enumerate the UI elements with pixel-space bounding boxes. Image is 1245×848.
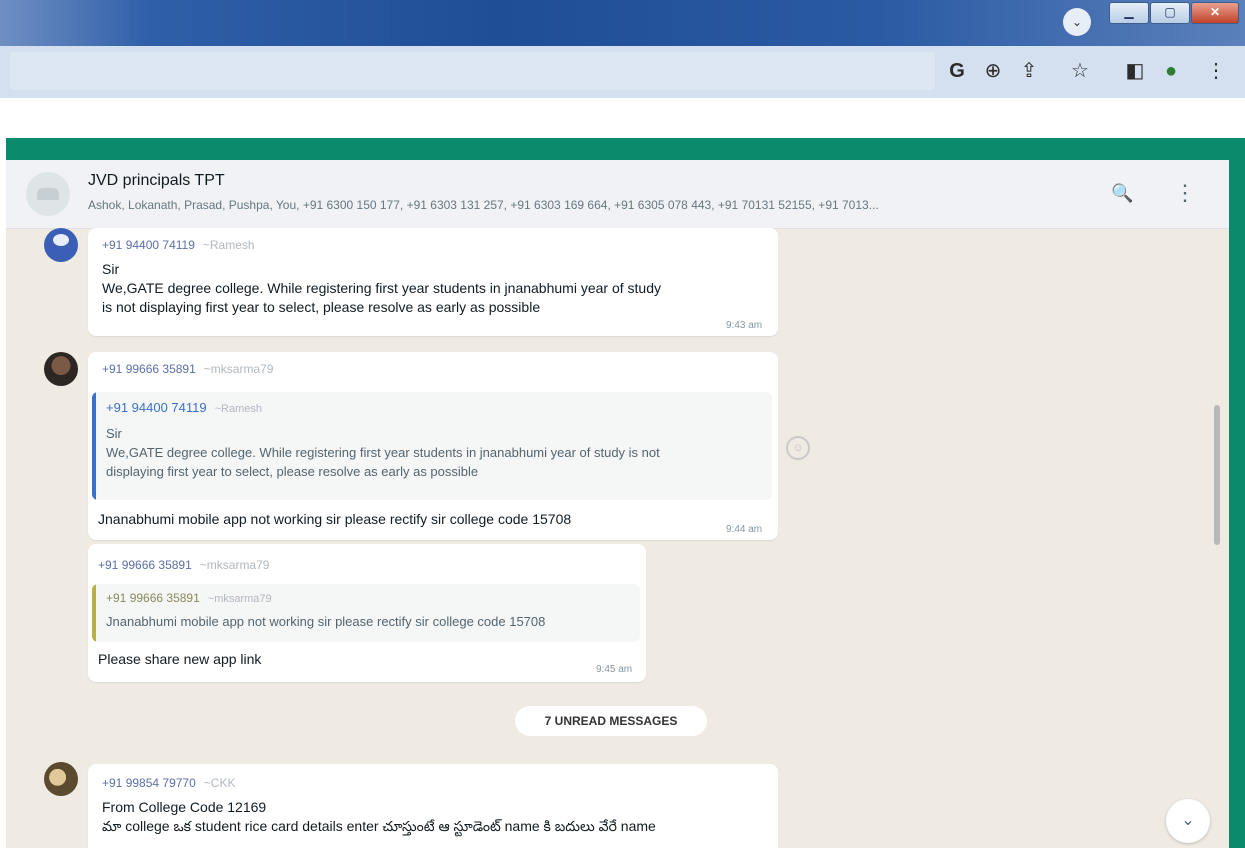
message-sender[interactable]: +91 99854 79770 ~CKK [102,776,235,790]
quoted-alias: ~mksarma79 [207,593,272,605]
message-bubble[interactable]: +91 99666 35891 ~mksarma79 +91 94400 7411… [88,352,778,540]
sender-phone[interactable]: +91 99666 35891 [98,558,192,572]
message-line: We,GATE degree college. While registerin… [102,280,661,296]
scroll-down-button[interactable]: ⌄ [1166,799,1210,843]
sender-avatar[interactable] [44,228,78,262]
google-icon[interactable]: G [944,58,970,84]
message-sender[interactable]: +91 99666 35891 ~mksarma79 [98,558,269,572]
maximize-button[interactable]: ▢ [1150,2,1190,24]
quoted-phone: +91 99666 35891 [106,591,200,605]
share-icon[interactable]: ⇪ [1016,58,1042,84]
message-text: From College Code 12169 మా college ఒక st… [102,798,656,836]
message-time: 9:44 am [726,524,763,535]
page-top-gap [0,98,1245,138]
quote-bar [92,392,96,500]
tab-search-button[interactable]: ⌄ [1063,8,1091,36]
message-sender[interactable]: +91 99666 35891 ~mksarma79 [102,362,273,376]
message-text: Sir We,GATE degree college. While regist… [102,260,661,317]
close-button[interactable]: ✕ [1191,2,1239,24]
sidepanel-icon[interactable]: ◧ [1122,58,1148,84]
star-icon[interactable]: ☆ [1067,58,1093,84]
message-time: 9:45 am [596,664,633,675]
message-bubble[interactable]: +91 94400 74119 ~Ramesh Sir We,GATE degre… [88,228,778,336]
quoted-text: Sir We,GATE degree college. While regist… [106,424,660,481]
quoted-text: Jnanabhumi mobile app not working sir pl… [106,612,545,631]
react-icon[interactable]: ☺ [786,436,810,460]
minimize-button[interactable]: ▁ [1109,2,1149,24]
sender-alias: ~CKK [203,776,236,790]
message-bubble[interactable]: +91 99854 79770 ~CKK From College Code 12… [88,764,778,848]
window-controls: ▁ ▢ ✕ [1109,2,1239,24]
quoted-line: We,GATE degree college. While registerin… [106,445,660,460]
group-members: Ashok, Lokanath, Prasad, Pushpa, You, +9… [88,198,879,212]
sender-phone[interactable]: +91 99666 35891 [102,362,196,376]
sender-avatar[interactable] [44,352,78,386]
quoted-message[interactable]: +91 99666 35891 ~mksarma79 Jnanabhumi mob… [92,584,640,642]
quoted-message[interactable]: +91 94400 74119 ~Ramesh Sir We,GATE degre… [92,392,772,500]
quoted-line: displaying first year to select, please … [106,464,479,479]
search-icon[interactable]: 🔍 [1111,180,1133,206]
message-line: మా college ఒక student rice card details … [102,818,656,834]
app-top-band [6,138,1245,160]
message-line: Sir [102,261,120,277]
address-bar[interactable] [10,52,935,90]
sender-phone[interactable]: +91 99854 79770 [102,776,196,790]
sender-alias: ~mksarma79 [203,362,274,376]
sender-avatar[interactable] [44,762,78,796]
quote-bar [92,584,96,642]
sender-alias: ~mksarma79 [199,558,270,572]
app-right-band [1229,138,1245,848]
window-titlebar [0,0,1245,46]
message-sender[interactable]: +91 94400 74119 ~Ramesh [102,238,255,252]
group-avatar[interactable] [26,172,70,216]
sender-phone[interactable]: +91 94400 74119 [102,238,195,252]
unread-messages-divider: 7 UNREAD MESSAGES [515,706,707,736]
message-line: is not displaying first year to select, … [102,299,541,315]
quoted-sender: +91 94400 74119 ~Ramesh [106,400,262,415]
quoted-phone: +91 94400 74119 [106,400,207,415]
group-title[interactable]: JVD principals TPT [88,172,225,190]
message-bubble[interactable]: +91 99666 35891 ~mksarma79 +91 99666 3589… [88,544,646,682]
message-text: Jnanabhumi mobile app not working sir pl… [98,511,572,527]
quoted-line: Jnanabhumi mobile app not working sir pl… [106,614,546,629]
quoted-sender: +91 99666 35891 ~mksarma79 [106,590,272,605]
message-text: Please share new app link [98,651,262,667]
menu-icon[interactable]: ⋮ [1203,58,1229,84]
chat-menu-icon[interactable]: ⋮ [1174,180,1196,206]
chat-header[interactable]: JVD principals TPT Ashok, Lokanath, Pras… [6,160,1229,229]
profile-icon[interactable]: ● [1158,58,1184,84]
message-time: 9:43 am [726,320,763,331]
scrollbar-thumb[interactable] [1214,405,1220,545]
chat-window: JVD principals TPT Ashok, Lokanath, Pras… [6,160,1229,848]
quoted-line: Sir [106,426,122,441]
quoted-alias: ~Ramesh [214,403,263,415]
sender-alias: ~Ramesh [202,238,255,252]
message-line: From College Code 12169 [102,799,267,815]
zoom-icon[interactable]: ⊕ [980,58,1006,84]
